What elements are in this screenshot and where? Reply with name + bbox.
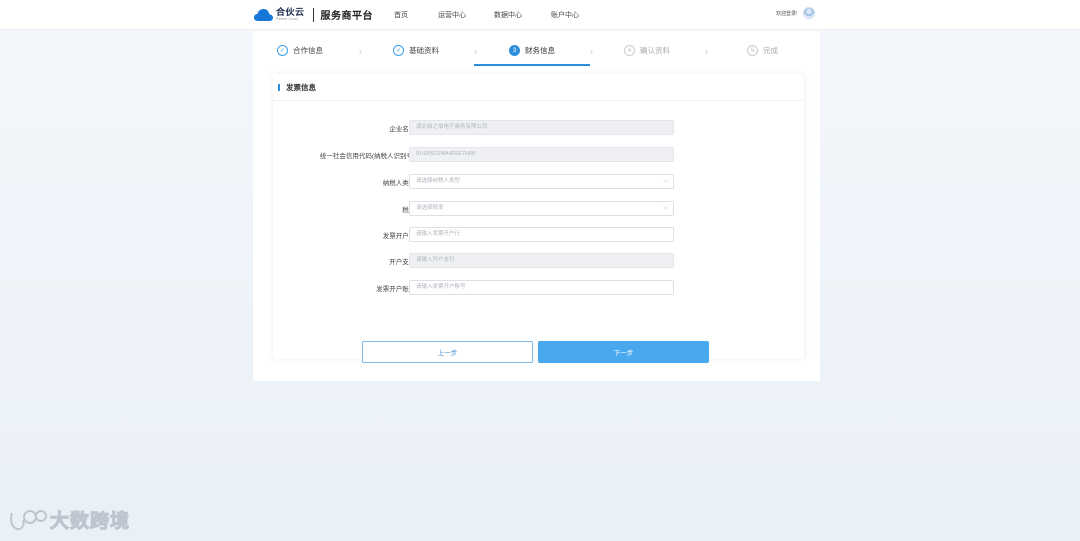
nav-home[interactable]: 首页 bbox=[394, 10, 408, 20]
section-accent-bar bbox=[278, 83, 280, 91]
brand-logo[interactable]: 合伙云 Partner Cloud 服务商平台 bbox=[254, 7, 373, 22]
form-row-company: 企业名称: 湖北纬之伯电子商务有限公司 bbox=[273, 120, 804, 135]
taxpayer-type-select[interactable]: 请选择纳税人类型 ⌵ bbox=[409, 174, 674, 189]
step-confirm: 4 确认资料 bbox=[624, 45, 670, 56]
active-step-underline bbox=[474, 64, 590, 66]
step-finance: 3 财务信息 bbox=[509, 45, 555, 56]
prev-step-button[interactable]: 上一步 bbox=[362, 341, 533, 363]
chevron-down-icon: ⌵ bbox=[663, 205, 668, 211]
chevron-right-icon: › bbox=[705, 46, 708, 56]
step-complete: 5 完成 bbox=[747, 45, 778, 56]
step-number: 4 bbox=[624, 45, 635, 56]
logo-name: 合伙云 bbox=[276, 6, 305, 17]
chevron-down-icon: ⌵ bbox=[663, 178, 668, 184]
form-row-taxpayer-type: 纳税人类型: 请选择纳税人类型 ⌵ bbox=[273, 174, 804, 189]
section-title: 发票信息 bbox=[286, 82, 316, 92]
invoice-account-input[interactable]: 请输入发票开户账号 bbox=[409, 280, 674, 295]
avatar[interactable] bbox=[803, 7, 816, 19]
user-area: 欢迎登录! bbox=[776, 7, 816, 19]
step-basic: ✓ 基础资料 bbox=[393, 45, 439, 56]
form-row-taxid: 统一社会信用代码(纳税人识别号): 91420921MA4F5E7H68 bbox=[273, 147, 804, 162]
main-card: ✓ 合作信息 › ✓ 基础资料 › 3 财务信息 › 4 确认资料 › 5 完成… bbox=[253, 31, 820, 381]
nav-operations[interactable]: 运营中心 bbox=[438, 10, 466, 20]
form-row-invoice-account: 发票开户账号: 请输入发票开户账号 bbox=[273, 280, 804, 295]
tax-id-label: 统一社会信用代码(纳税人识别号): bbox=[319, 153, 417, 160]
chevron-right-icon: › bbox=[359, 46, 362, 56]
step-label: 确认资料 bbox=[640, 46, 670, 55]
invoice-bank-input[interactable]: 请输入发票开户行 bbox=[409, 227, 674, 242]
step-label: 基础资料 bbox=[409, 46, 439, 55]
watermark: 大数跨境 bbox=[8, 506, 130, 533]
check-icon: ✓ bbox=[277, 45, 288, 56]
branch-bank-input[interactable]: 请输入开户支行 bbox=[409, 253, 674, 268]
form-row-branch-bank: 开户支行: 请输入开户支行 bbox=[273, 253, 804, 268]
nav-account[interactable]: 账户中心 bbox=[551, 10, 579, 20]
tax-id-field: 91420921MA4F5E7H68 bbox=[409, 147, 674, 162]
invoice-section: 发票信息 企业名称: 湖北纬之伯电子商务有限公司 统一社会信用代码(纳税人识别号… bbox=[273, 74, 804, 359]
section-header: 发票信息 bbox=[273, 74, 804, 101]
logo-subtitle: Partner Cloud bbox=[276, 16, 298, 21]
step-progress: ✓ 合作信息 › ✓ 基础资料 › 3 财务信息 › 4 确认资料 › 5 完成 bbox=[253, 31, 820, 67]
top-header: 合伙云 Partner Cloud 服务商平台 首页 运营中心 数据中心 账户中… bbox=[0, 0, 1080, 30]
step-cooperation: ✓ 合作信息 bbox=[277, 45, 323, 56]
next-step-button[interactable]: 下一步 bbox=[538, 341, 709, 363]
nav-data[interactable]: 数据中心 bbox=[494, 10, 522, 20]
platform-title: 服务商平台 bbox=[320, 11, 374, 22]
logo-divider bbox=[312, 7, 314, 22]
chevron-right-icon: › bbox=[590, 46, 593, 56]
company-name-field: 湖北纬之伯电子商务有限公司 bbox=[409, 120, 674, 135]
step-number: 5 bbox=[747, 45, 758, 56]
step-number: 3 bbox=[509, 45, 520, 56]
taxpayer-type-placeholder: 请选择纳税人类型 bbox=[416, 178, 461, 184]
step-label: 财务信息 bbox=[525, 46, 555, 55]
tax-rate-placeholder: 请选择税率 bbox=[416, 205, 444, 211]
check-icon: ✓ bbox=[393, 45, 404, 56]
cloud-logo-icon bbox=[254, 8, 273, 21]
chevron-right-icon: › bbox=[474, 46, 477, 56]
tax-rate-select[interactable]: 请选择税率 ⌵ bbox=[409, 201, 674, 216]
form-row-tax-rate: 税率: 请选择税率 ⌵ bbox=[273, 201, 804, 216]
welcome-text: 欢迎登录! bbox=[776, 10, 798, 17]
step-label: 完成 bbox=[763, 46, 778, 55]
watermark-logo-icon bbox=[10, 509, 47, 530]
step-label: 合作信息 bbox=[293, 46, 323, 55]
watermark-text: 大数跨境 bbox=[49, 511, 131, 533]
form-row-invoice-bank: 发票开户行: 请输入发票开户行 bbox=[273, 227, 804, 242]
